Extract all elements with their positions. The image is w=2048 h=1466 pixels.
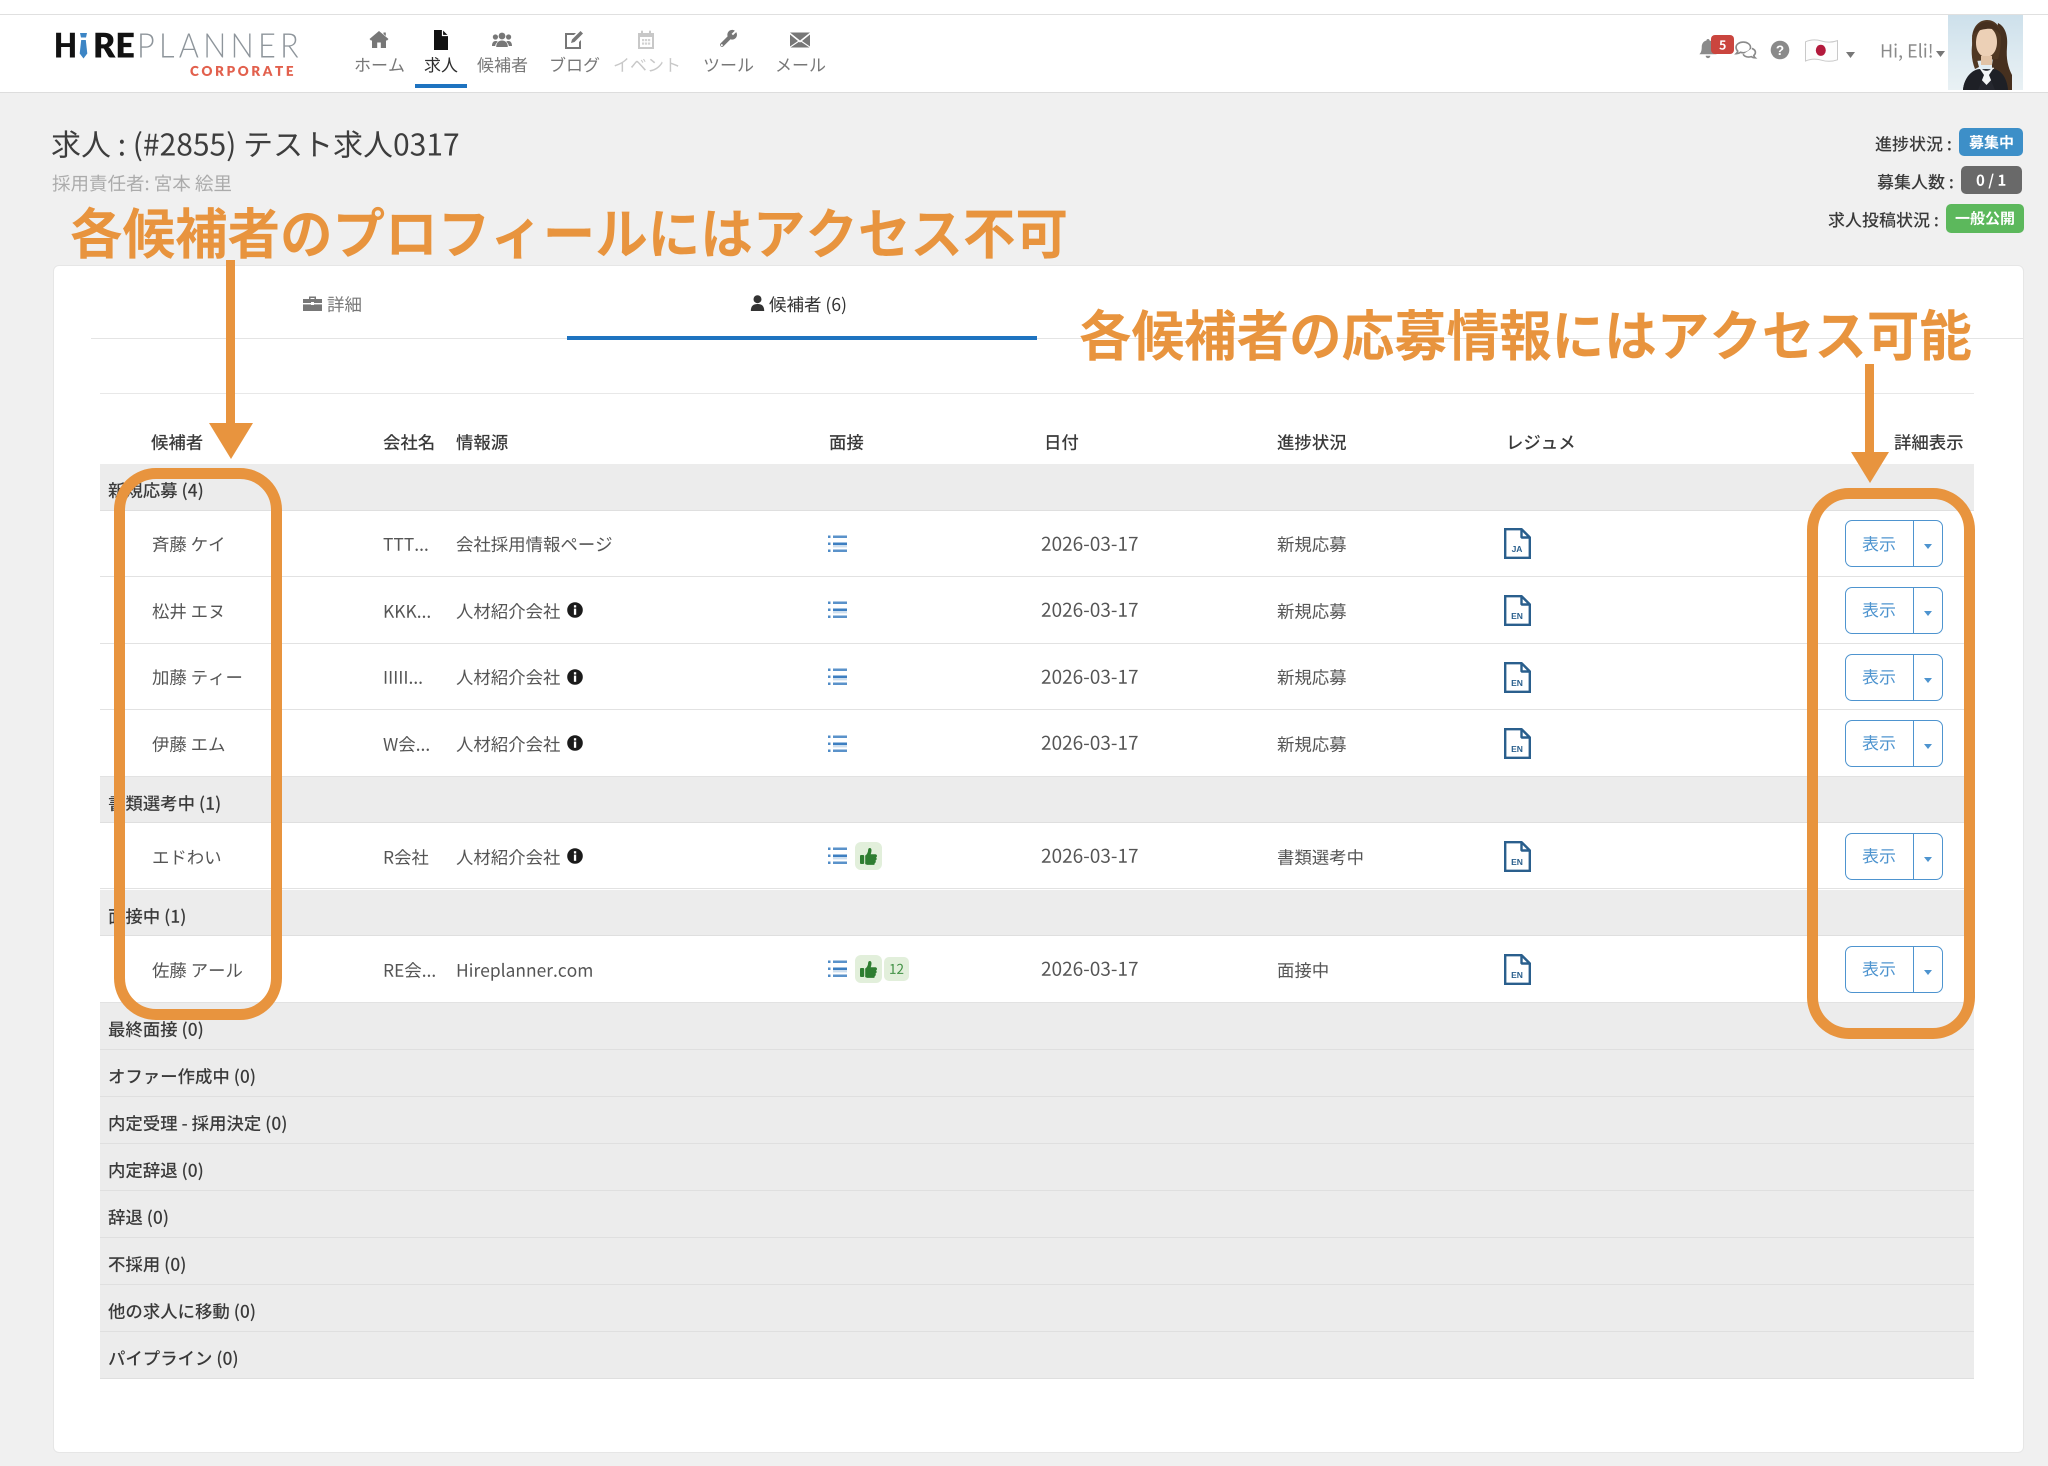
svg-text:?: ?: [1776, 43, 1784, 58]
svg-text:EN: EN: [1511, 857, 1523, 867]
svg-text:JA: JA: [1512, 544, 1523, 554]
svg-text:EN: EN: [1511, 678, 1523, 688]
svg-text:EN: EN: [1511, 611, 1523, 621]
svg-text:EN: EN: [1511, 744, 1523, 754]
svg-text:EN: EN: [1511, 970, 1523, 980]
